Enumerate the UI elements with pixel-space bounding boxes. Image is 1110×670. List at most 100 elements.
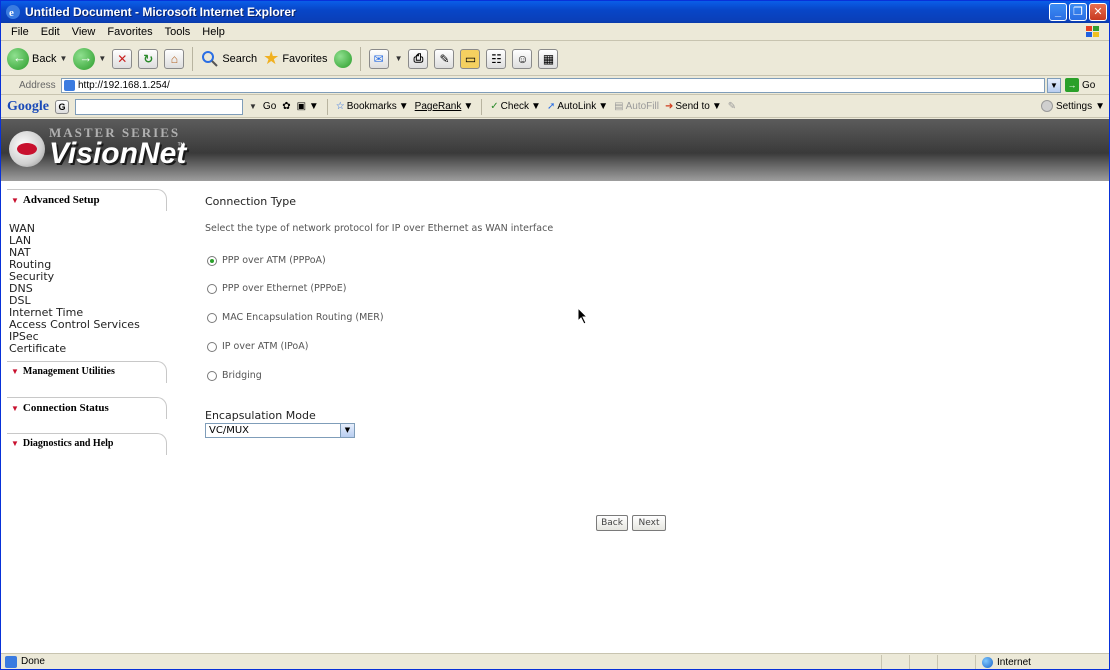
autofill-button[interactable]: ▤ AutoFill — [614, 101, 659, 112]
option-bridging[interactable]: Bridging — [207, 370, 262, 381]
settings-button[interactable]: Settings ▼ — [1040, 100, 1105, 112]
page-icon — [64, 80, 75, 91]
go-arrow-icon: → — [1065, 78, 1079, 92]
google-go-button[interactable]: Go — [263, 101, 276, 112]
option-pppoa[interactable]: PPP over ATM (PPPoA) — [207, 255, 326, 266]
back-nav-button[interactable]: Back — [596, 515, 628, 531]
menu-favorites[interactable]: Favorites — [101, 26, 158, 38]
radio-pppoe[interactable] — [207, 283, 217, 294]
settings-label: Settings — [1055, 100, 1093, 112]
bookmarks-label: Bookmarks — [346, 101, 397, 112]
radio-pppoa[interactable] — [207, 255, 217, 266]
option-label: PPP over Ethernet (PPPoE) — [222, 283, 347, 294]
section-diagnostics-help[interactable]: ▼ Diagnostics and Help — [7, 433, 167, 455]
radio-ipoa[interactable] — [207, 341, 217, 352]
option-pppoe[interactable]: PPP over Ethernet (PPPoE) — [207, 283, 346, 294]
window-title: Untitled Document - Microsoft Internet E… — [25, 5, 296, 19]
minimize-button[interactable]: _ — [1049, 3, 1067, 21]
address-input[interactable]: http://192.168.1.254/ — [61, 78, 1045, 93]
sendto-icon: ➜ — [664, 101, 674, 112]
banner-trademark: ™ — [177, 141, 185, 150]
messenger-icon[interactable]: ☺ — [512, 48, 533, 69]
mail-dropdown-icon[interactable]: ▼ — [395, 54, 403, 63]
triangle-down-icon: ▼ — [11, 196, 19, 205]
menu-bar: File Edit View Favorites Tools Help — [1, 23, 1109, 41]
sendto-label: Send to — [675, 101, 710, 112]
pagerank-button[interactable]: PageRank ▼ — [415, 101, 474, 112]
status-text: Done — [21, 656, 45, 667]
refresh-icon[interactable]: ↻ — [138, 48, 159, 69]
mouse-cursor-icon — [577, 307, 589, 325]
triangle-down-icon: ▼ — [11, 404, 19, 413]
option-label: IP over ATM (IPoA) — [222, 341, 309, 352]
notes-icon[interactable]: ▦ — [538, 48, 559, 69]
autofill-icon: ▤ — [614, 101, 624, 112]
sidebar-item-security[interactable]: Security — [9, 271, 181, 283]
menu-help[interactable]: Help — [196, 26, 231, 38]
page-title: Connection Type — [205, 195, 297, 208]
search-button[interactable]: Search — [201, 50, 257, 68]
google-news-icon[interactable]: ✿ — [282, 101, 290, 112]
sidebar-item-certificate[interactable]: Certificate — [9, 343, 181, 355]
section-label: Management Utilities — [22, 366, 115, 377]
back-dropdown-icon: ▼ — [59, 54, 68, 63]
research-icon[interactable]: ☷ — [486, 48, 507, 69]
media-icon[interactable] — [333, 49, 352, 68]
radio-bridging[interactable] — [207, 370, 217, 381]
autolink-label: AutoLink — [557, 101, 597, 112]
edit-icon[interactable]: ✎ — [434, 48, 455, 69]
sidebar-item-wan[interactable]: WAN — [9, 223, 181, 235]
autolink-button[interactable]: ➚ AutoLink ▼ — [547, 101, 608, 112]
ie-icon: e — [6, 5, 20, 19]
sendto-button[interactable]: ➜ Send to ▼ — [665, 101, 722, 112]
close-button[interactable]: ✕ — [1089, 3, 1107, 21]
section-connection-status[interactable]: ▼ Connection Status — [7, 397, 167, 419]
visionnet-logo-icon — [9, 131, 45, 167]
stop-icon[interactable]: ✕ — [112, 48, 133, 69]
encapsulation-select[interactable]: VC/MUX ▼ — [205, 423, 355, 438]
section-advanced-setup[interactable]: ▼ Advanced Setup — [7, 189, 167, 211]
forward-button[interactable]: → ▼ — [73, 47, 106, 70]
back-button[interactable]: ← Back ▼ — [7, 47, 68, 70]
radio-mer[interactable] — [207, 312, 217, 323]
sidebar-item-lan[interactable]: LAN — [9, 235, 181, 247]
bookmarks-button[interactable]: ☆ Bookmarks ▼ — [336, 101, 409, 112]
highlight-icon[interactable]: ✎ — [728, 101, 736, 112]
address-dropdown-icon[interactable]: ▼ — [1047, 78, 1061, 93]
toolbar-separator — [192, 46, 194, 71]
menu-view[interactable]: View — [66, 26, 102, 38]
bookmark-star-icon: ☆ — [335, 101, 345, 112]
menu-tools[interactable]: Tools — [159, 26, 197, 38]
toolbar-separator — [481, 98, 483, 115]
maximize-button[interactable]: ❐ — [1069, 3, 1087, 21]
pagerank-label: PageRank — [414, 101, 462, 112]
sidebar-item-dns[interactable]: DNS — [9, 283, 181, 295]
go-label: Go — [1082, 79, 1096, 91]
header-banner: MASTER SERIES VisionNet ™ — [1, 119, 1109, 181]
print-icon[interactable]: ⎙ — [408, 48, 429, 69]
google-menu-icon[interactable]: G — [55, 99, 69, 114]
next-button[interactable]: Next — [632, 515, 666, 531]
autolink-icon: ➚ — [546, 101, 556, 112]
section-label: Diagnostics and Help — [22, 438, 114, 449]
option-ipoa[interactable]: IP over ATM (IPoA) — [207, 341, 308, 352]
check-label: Check — [500, 101, 530, 112]
mail-icon[interactable]: ✉ — [368, 48, 389, 69]
option-mer[interactable]: MAC Encapsulation Routing (MER) — [207, 312, 384, 323]
page-content: MASTER SERIES VisionNet ™ ▼ Advanced Setu… — [1, 119, 1109, 653]
page-status-icon — [5, 655, 17, 668]
home-icon[interactable]: ⌂ — [164, 48, 185, 69]
menu-edit[interactable]: Edit — [35, 26, 66, 38]
google-logo[interactable]: Google — [7, 99, 49, 115]
spellcheck-button[interactable]: ✓ Check ▼ — [490, 101, 541, 112]
google-popup-icon[interactable]: ▣ ▼ — [297, 101, 319, 112]
section-management-utilities[interactable]: ▼ Management Utilities — [7, 361, 167, 383]
menu-file[interactable]: File — [5, 26, 35, 38]
google-search-dropdown-icon[interactable]: ▼ — [249, 102, 257, 111]
favorites-button[interactable]: ★ Favorites — [263, 48, 327, 69]
google-search-input[interactable] — [75, 98, 243, 115]
status-segment — [909, 654, 937, 669]
go-button[interactable]: → Go — [1065, 78, 1095, 92]
folder-icon[interactable]: ▭ — [460, 48, 481, 69]
